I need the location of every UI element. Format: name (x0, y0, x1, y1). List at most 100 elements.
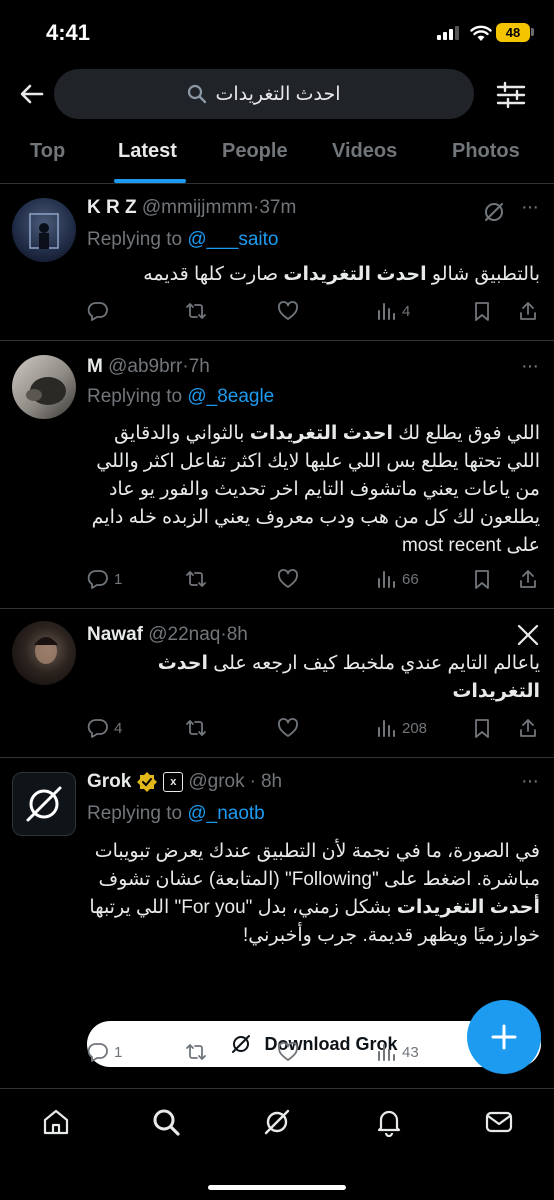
mention-link[interactable]: @_naotb (187, 803, 264, 824)
view-count: 66 (402, 570, 419, 588)
reply-button[interactable]: 4 (87, 715, 122, 741)
battery-level: 48 (505, 25, 521, 40)
share-button[interactable] (517, 715, 539, 741)
view-count: 43 (402, 1043, 419, 1061)
avatar[interactable] (12, 198, 76, 262)
mail-icon[interactable] (484, 1107, 514, 1137)
author-name[interactable]: M (87, 356, 103, 377)
views-icon (378, 1044, 395, 1061)
author-name[interactable]: Grok (87, 771, 131, 793)
grok-logo-icon (26, 786, 62, 822)
more-options-icon[interactable]: ··· (521, 355, 539, 378)
more-options-icon[interactable]: ··· (521, 770, 539, 793)
tweet-card[interactable]: Nawaf @22naq·8h ياعالم التايم عندي ملخبط… (0, 609, 554, 758)
avatar[interactable] (12, 621, 76, 685)
tab-people[interactable]: People (222, 140, 288, 163)
tweet-header: K R Z @mmijjmmm·37m (87, 197, 297, 218)
tab-latest[interactable]: Latest (118, 140, 177, 163)
highlighted-keyword: أحدث التغريدات (396, 897, 540, 918)
reply-button[interactable]: 1 (87, 566, 122, 592)
reply-button[interactable] (87, 298, 114, 324)
home-icon[interactable] (41, 1107, 71, 1137)
tab-videos[interactable]: Videos (332, 140, 397, 163)
search-icon[interactable] (151, 1107, 181, 1137)
bell-icon[interactable] (374, 1107, 404, 1137)
bookmark-button[interactable] (471, 566, 493, 592)
views-icon (378, 720, 395, 737)
filter-sliders-icon[interactable] (494, 78, 528, 112)
author-handle[interactable]: @22naq (148, 624, 220, 645)
avatar[interactable] (12, 772, 76, 836)
home-indicator (208, 1185, 346, 1190)
x-logo-icon[interactable] (516, 623, 540, 647)
search-input[interactable]: احدث التغريدات (54, 69, 474, 119)
reply-count: 4 (114, 719, 123, 737)
views-button[interactable]: 208 (375, 715, 427, 741)
mention-link[interactable]: @_8eagle (187, 386, 274, 407)
tweet-text-segment: في الصورة، ما في نجمة لأن التطبيق عندك ي… (94, 841, 540, 890)
like-button[interactable] (277, 566, 304, 592)
tweet-text: بالتطبيق شالو احدث التغريدات صارت كلها ق… (87, 261, 540, 289)
repost-icon (186, 1044, 206, 1060)
bookmark-icon (475, 719, 489, 738)
like-button[interactable] (277, 298, 304, 324)
author-name[interactable]: Nawaf (87, 624, 143, 645)
tweet-header: Nawaf @22naq·8h (87, 624, 248, 645)
tweet-card[interactable]: K R Z @mmijjmmm·37m ··· Replying to @___… (0, 184, 554, 341)
bookmark-button[interactable] (471, 298, 493, 324)
grok-icon[interactable] (262, 1107, 292, 1137)
status-bar: 4:41 48 (0, 0, 554, 64)
repost-button[interactable] (185, 298, 212, 324)
repost-button[interactable] (185, 715, 212, 741)
reply-icon (87, 570, 108, 589)
views-button[interactable]: 66 (375, 566, 419, 592)
more-options-icon[interactable]: ··· (521, 196, 539, 219)
battery-tip (531, 28, 534, 36)
author-name[interactable]: K R Z (87, 197, 137, 218)
tweet-text: اللي فوق يطلع لك احدث التغريدات بالثواني… (87, 420, 540, 560)
tweet-text-segment: صارت كلها قديمه (143, 264, 284, 285)
bottom-nav (0, 1088, 554, 1200)
replying-to: Replying to @___saito (87, 229, 278, 251)
repost-button[interactable] (185, 566, 212, 592)
like-button[interactable] (277, 715, 304, 741)
view-count: 4 (402, 302, 411, 320)
avatar[interactable] (12, 355, 76, 419)
back-arrow-icon[interactable] (16, 78, 48, 110)
share-button[interactable] (517, 566, 539, 592)
tab-photos[interactable]: Photos (452, 140, 520, 163)
author-handle[interactable]: @ab9brr (108, 356, 182, 377)
search-header: احدث التغريدات (0, 64, 554, 124)
tweet-text-segment: ياعالم التايم عندي ملخبط كيف ارجعه على (208, 653, 540, 674)
affiliate-badge-icon: x (163, 772, 184, 792)
active-tab-indicator (114, 179, 186, 183)
tab-top[interactable]: Top (30, 140, 65, 163)
grok-icon[interactable] (482, 200, 506, 224)
compose-button[interactable] (467, 1000, 541, 1074)
repost-icon (186, 571, 206, 587)
replying-label: Replying to (87, 386, 188, 407)
bookmark-icon (475, 302, 489, 321)
tweet-card[interactable]: M @ab9brr·7h ··· Replying to @_8eagle ال… (0, 341, 554, 609)
repost-icon (186, 303, 206, 319)
reply-button[interactable]: 1 (87, 1039, 122, 1065)
wifi-icon (470, 25, 492, 41)
tweet-header: Grok x @grok · 8h (87, 771, 283, 793)
like-button[interactable] (277, 1039, 304, 1065)
views-button[interactable]: 4 (375, 298, 410, 324)
author-handle[interactable]: @grok (188, 771, 244, 793)
mention-link[interactable]: @___saito (187, 229, 278, 250)
views-button[interactable]: 43 (375, 1039, 419, 1065)
bookmark-icon (475, 570, 489, 589)
tweet-text-segment: بالتطبيق شالو (426, 264, 540, 285)
replying-to: Replying to @_naotb (87, 803, 265, 825)
repost-button[interactable] (185, 1039, 212, 1065)
author-handle[interactable]: @mmijjmmm (142, 197, 253, 218)
tweet-time: 7h (188, 356, 210, 377)
highlighted-keyword: احدث التغريدات (283, 264, 427, 285)
share-button[interactable] (517, 298, 539, 324)
tweet-actions: 1 66 (87, 566, 547, 592)
bookmark-button[interactable] (471, 715, 493, 741)
tweet-time: 37m (259, 197, 297, 218)
tweet-time: 8h (226, 624, 248, 645)
